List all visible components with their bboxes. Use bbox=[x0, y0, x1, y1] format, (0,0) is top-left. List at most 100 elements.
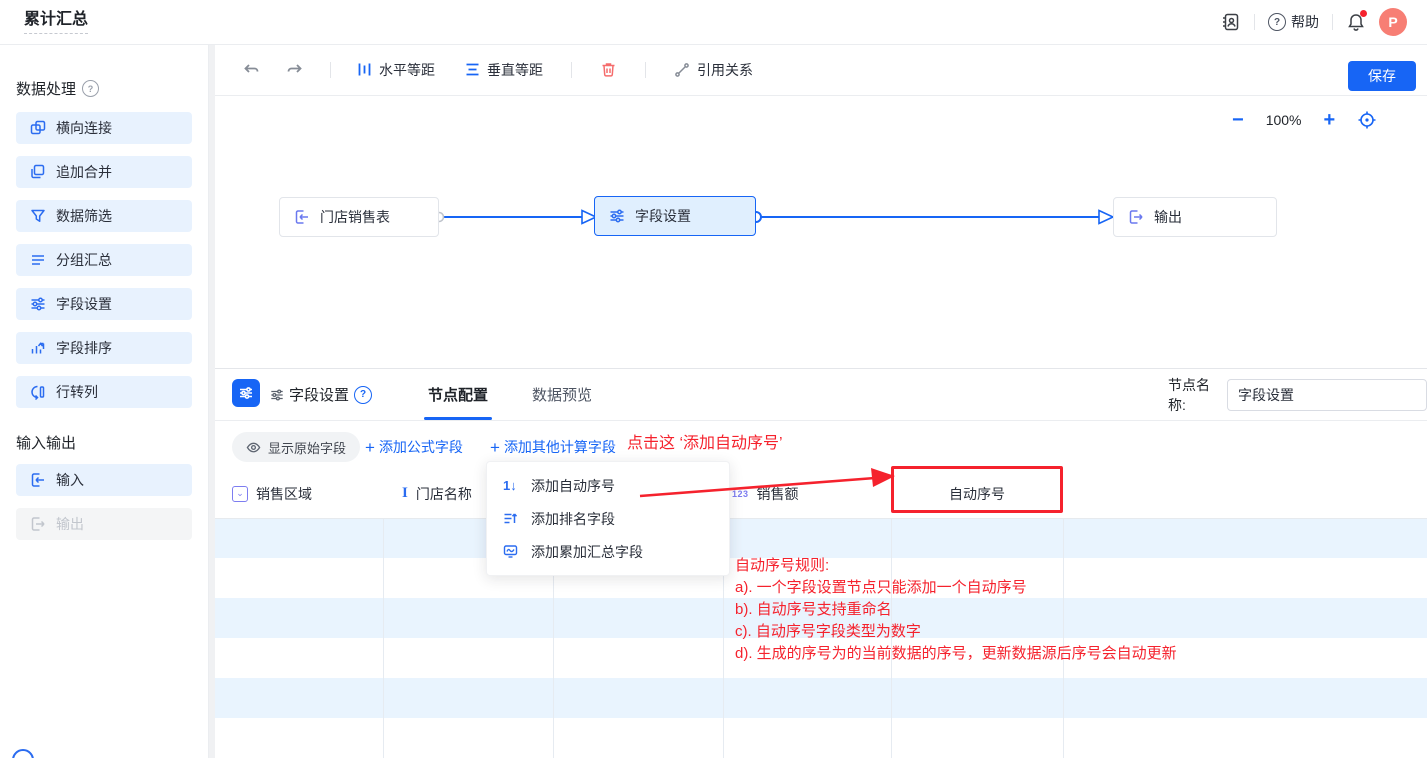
add-other-calc-field-button[interactable]: + 添加其他计算字段 bbox=[490, 432, 616, 462]
sidebar-item-label: 数据筛选 bbox=[56, 206, 112, 226]
field-sort-icon bbox=[30, 340, 46, 356]
sidebar-item-label: 分组汇总 bbox=[56, 250, 112, 270]
divider bbox=[1332, 14, 1333, 30]
panel-title-group: 字段设置 ? bbox=[270, 384, 372, 405]
show-original-fields-button[interactable]: 显示原始字段 bbox=[232, 432, 360, 462]
horizontal-spacing-button[interactable]: 水平等距 bbox=[357, 60, 435, 80]
sidebar-item-group-summary[interactable]: 分组汇总 bbox=[16, 244, 192, 276]
sidebar-item-append-merge[interactable]: 追加合并 bbox=[16, 156, 192, 188]
annotation-rule: d). 生成的序号为的当前数据的序号，更新数据源后序号会自动更新 bbox=[735, 643, 1177, 665]
field-settings-icon bbox=[609, 208, 625, 224]
question-icon: ? bbox=[1268, 13, 1286, 31]
sidebar-item-label: 行转列 bbox=[56, 382, 98, 402]
sidebar-item-field-sort[interactable]: 字段排序 bbox=[16, 332, 192, 364]
add-formula-field-label: 添加公式字段 bbox=[379, 437, 463, 457]
canvas-toolbar: 水平等距 垂直等距 引用关系 bbox=[215, 44, 1427, 96]
node-name-group: 节点名称: bbox=[1168, 369, 1427, 420]
annotation-rules-title: 自动序号规则: bbox=[735, 555, 1177, 577]
vertical-spacing-button[interactable]: 垂直等距 bbox=[465, 60, 543, 80]
sidebar-item-row-to-column[interactable]: 行转列 bbox=[16, 376, 192, 408]
avatar[interactable]: P bbox=[1379, 8, 1407, 36]
column-header-label: 销售区域 bbox=[256, 484, 312, 504]
help-circle-icon[interactable]: ? bbox=[82, 80, 99, 97]
flow-node-input-table[interactable]: 门店销售表 bbox=[279, 197, 439, 237]
node-label: 输出 bbox=[1154, 207, 1182, 227]
panel-header: 字段设置 ? 节点配置 数据预览 节点名称: bbox=[215, 369, 1427, 421]
section-title: 输入输出 bbox=[16, 432, 76, 453]
top-bar: 累计汇总 ? 帮助 P bbox=[0, 0, 1427, 45]
sidebar-item-data-filter[interactable]: 数据筛选 bbox=[16, 200, 192, 232]
horizontal-spacing-label: 水平等距 bbox=[379, 60, 435, 80]
sidebar-item-horizontal-join[interactable]: 横向连接 bbox=[16, 112, 192, 144]
notification-dot bbox=[1360, 10, 1367, 17]
help-circle-icon[interactable]: ? bbox=[354, 386, 372, 404]
flow-node-field-settings[interactable]: 字段设置 bbox=[594, 196, 756, 236]
table-row bbox=[215, 718, 1427, 758]
node-label: 字段设置 bbox=[635, 206, 691, 226]
add-formula-field-button[interactable]: + 添加公式字段 bbox=[365, 432, 463, 462]
input-icon bbox=[294, 209, 310, 225]
annotation-highlight-box bbox=[891, 466, 1063, 513]
output-icon bbox=[1128, 209, 1144, 225]
horizontal-spacing-icon bbox=[357, 62, 372, 77]
annotation-click-tip: 点击这 ‘添加自动序号’ bbox=[627, 429, 783, 453]
column-header-sales-region[interactable]: ⌄ 销售区域 bbox=[232, 469, 312, 518]
help-label: 帮助 bbox=[1291, 12, 1319, 32]
sidebar-item-label: 字段排序 bbox=[56, 338, 112, 358]
plus-icon: + bbox=[365, 439, 375, 456]
flow-node-output[interactable]: 输出 bbox=[1113, 197, 1277, 237]
page-title: 累计汇总 bbox=[24, 11, 88, 34]
divider bbox=[330, 62, 331, 78]
cumulative-summary-icon bbox=[503, 544, 521, 559]
sidebar-item-output: 输出 bbox=[16, 508, 192, 540]
help-button[interactable]: ? 帮助 bbox=[1268, 12, 1319, 32]
panel-tabs: 节点配置 数据预览 bbox=[428, 369, 592, 420]
menu-item-add-cumulative-field[interactable]: 添加累加汇总字段 bbox=[487, 535, 729, 568]
app-screen: 累计汇总 ? 帮助 P 数据处理 ? 横向连接 bbox=[0, 0, 1427, 758]
sidebar-item-field-settings[interactable]: 字段设置 bbox=[16, 288, 192, 320]
column-header-label: 门店名称 bbox=[416, 484, 472, 504]
text-field-type-icon: I bbox=[402, 485, 408, 502]
node-label: 门店销售表 bbox=[320, 207, 390, 227]
sidebar-item-label: 输出 bbox=[56, 514, 84, 534]
plus-icon: + bbox=[490, 439, 500, 456]
row-to-column-icon bbox=[30, 384, 46, 400]
vertical-spacing-label: 垂直等距 bbox=[487, 60, 543, 80]
field-settings-icon bbox=[30, 296, 46, 312]
input-icon bbox=[30, 472, 46, 488]
tab-data-preview[interactable]: 数据预览 bbox=[532, 369, 592, 420]
sidebar: 数据处理 ? 横向连接 追加合并 数据筛选 分组汇总 字段设置 字段排序 bbox=[0, 44, 209, 758]
manual-book-icon[interactable] bbox=[1221, 12, 1241, 32]
table-row bbox=[215, 518, 1427, 558]
select-field-type-icon: ⌄ bbox=[232, 486, 248, 502]
rank-field-icon bbox=[503, 511, 521, 526]
node-name-label: 节点名称: bbox=[1168, 375, 1217, 415]
notification-bell-icon[interactable] bbox=[1346, 12, 1366, 32]
column-header-store-name[interactable]: I 门店名称 bbox=[402, 469, 472, 518]
sidebar-section-io: 输入输出 bbox=[16, 432, 76, 453]
save-button[interactable]: 保存 bbox=[1348, 61, 1416, 91]
divider bbox=[571, 62, 572, 78]
vertical-spacing-icon bbox=[465, 62, 480, 77]
table-row bbox=[215, 678, 1427, 718]
sidebar-item-label: 字段设置 bbox=[56, 294, 112, 314]
eye-icon bbox=[246, 440, 261, 455]
sidebar-item-label: 输入 bbox=[56, 470, 84, 490]
sidebar-section-data-processing: 数据处理 ? bbox=[16, 78, 208, 99]
annotation-rule: b). 自动序号支持重命名 bbox=[735, 599, 1177, 621]
tab-node-config[interactable]: 节点配置 bbox=[428, 369, 488, 420]
redo-icon[interactable] bbox=[286, 61, 304, 79]
reference-relation-label: 引用关系 bbox=[697, 60, 753, 80]
divider bbox=[645, 62, 646, 78]
undo-icon[interactable] bbox=[242, 61, 260, 79]
node-name-input[interactable] bbox=[1227, 379, 1427, 411]
delete-icon[interactable] bbox=[600, 61, 617, 78]
auto-number-icon: 1↓ bbox=[503, 478, 521, 493]
reference-relation-button[interactable]: 引用关系 bbox=[674, 60, 753, 80]
group-summary-icon bbox=[30, 252, 46, 268]
field-settings-mini-icon bbox=[270, 388, 284, 402]
sidebar-item-label: 追加合并 bbox=[56, 162, 112, 182]
sidebar-item-input[interactable]: 输入 bbox=[16, 464, 192, 496]
output-icon bbox=[30, 516, 46, 532]
join-icon bbox=[30, 120, 46, 136]
